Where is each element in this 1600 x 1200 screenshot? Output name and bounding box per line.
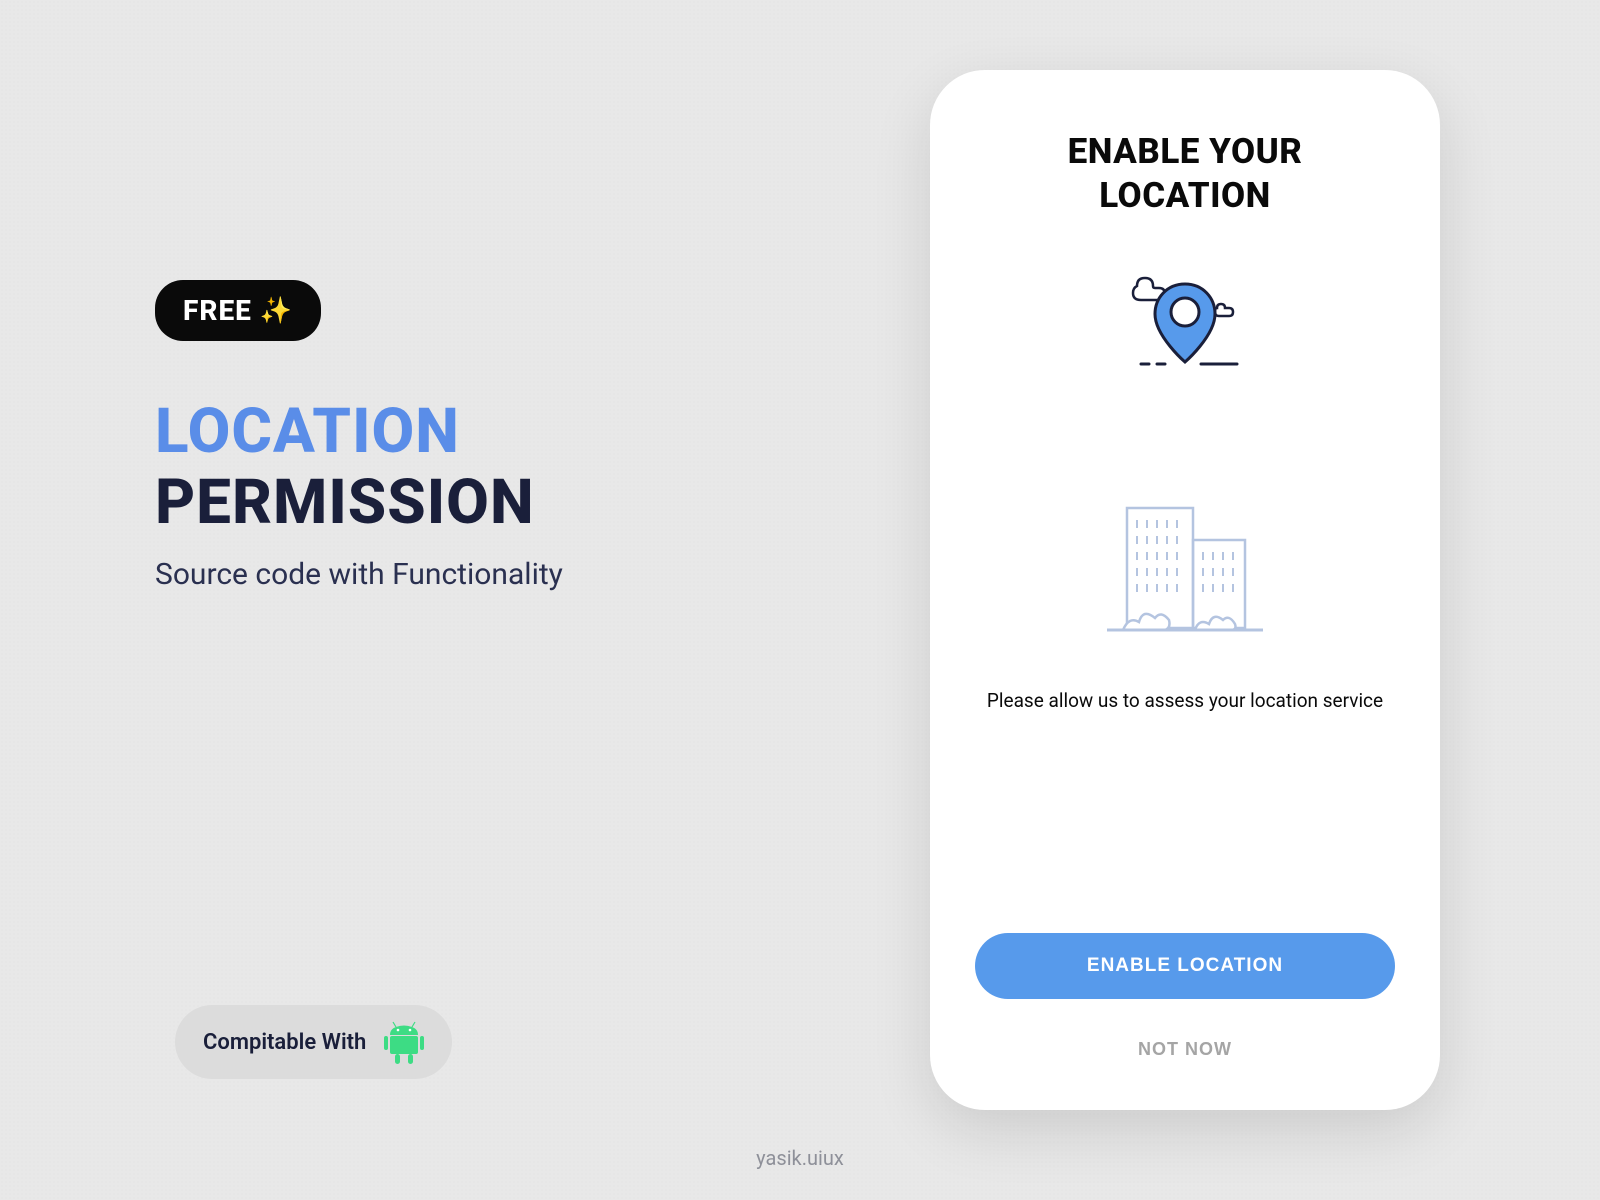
headline-location: LOCATION [155, 396, 563, 467]
compat-label: Compitable With [203, 1030, 366, 1055]
buildings-illustration [1095, 498, 1275, 648]
phone-title: ENABLE YOUR LOCATION [1068, 130, 1303, 218]
compat-pill: Compitable With [175, 1005, 452, 1079]
sparkle-icon: ✨ [260, 296, 293, 326]
subtitle: Source code with Functionality [155, 557, 563, 592]
android-icon [384, 1019, 424, 1065]
headline-permission: PERMISSION [155, 467, 563, 538]
free-badge: FREE ✨ [155, 280, 321, 341]
enable-location-button[interactable]: ENABLE LOCATION [975, 933, 1395, 999]
not-now-button[interactable]: NOT NOW [1128, 1029, 1242, 1070]
headline: LOCATION PERMISSION [155, 396, 563, 539]
phone-title-line1: ENABLE YOUR [1068, 130, 1303, 174]
watermark: yasik.uiux [756, 1146, 844, 1170]
phone-title-line2: LOCATION [1068, 174, 1303, 218]
location-pin-illustration [1105, 258, 1265, 378]
phone-description: Please allow us to assess your location … [987, 688, 1383, 715]
phone-mock: ENABLE YOUR LOCATION [930, 70, 1440, 1110]
promo-panel: FREE ✨ LOCATION PERMISSION Source code w… [155, 280, 563, 592]
free-badge-label: FREE [183, 294, 252, 327]
